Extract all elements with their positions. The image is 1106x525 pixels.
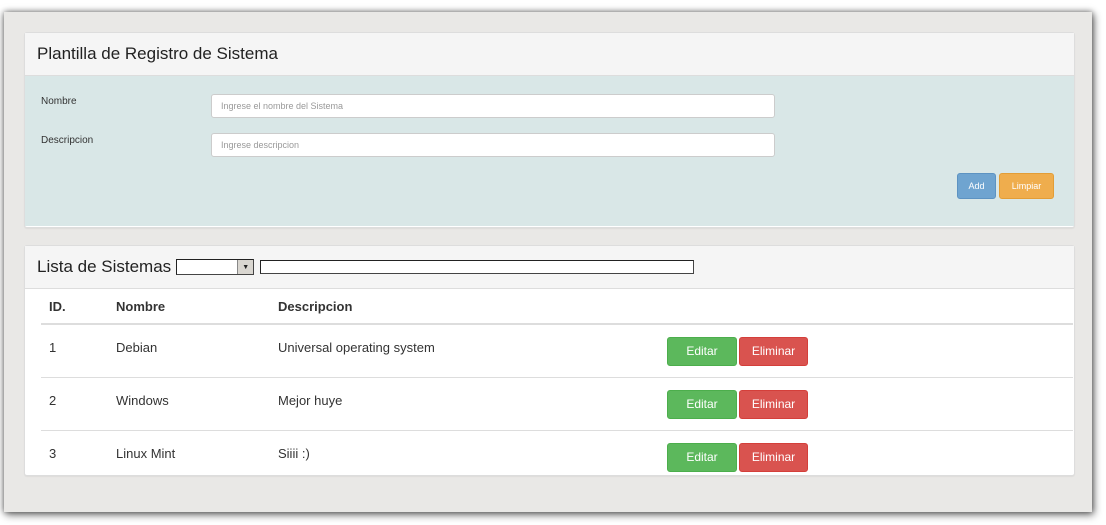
row-description: Mejor huye <box>270 377 659 431</box>
filter-search-input[interactable] <box>260 260 695 274</box>
table-row: 2 Windows Mejor huye Editar Eliminar <box>41 377 1073 431</box>
column-header-id: ID. <box>41 290 108 325</box>
registration-panel-title: Plantilla de Registro de Sistema <box>37 44 278 63</box>
app-frame: Plantilla de Registro de Sistema Nombre … <box>4 12 1092 512</box>
edit-button[interactable]: Editar <box>667 389 737 419</box>
row-description: Universal operating system <box>270 324 659 378</box>
edit-button[interactable]: Editar <box>667 442 737 472</box>
table-header-row: ID. Nombre Descripcion <box>41 290 1073 325</box>
systems-list-panel: Lista de Sistemas ▼ ID. Nombre Descripci… <box>24 245 1075 476</box>
row-actions: Editar Eliminar <box>659 431 1073 484</box>
row-actions: Editar Eliminar <box>659 324 1073 378</box>
row-actions: Editar Eliminar <box>659 377 1073 431</box>
systems-table: ID. Nombre Descripcion 1 Debian Universa… <box>41 290 1073 483</box>
row-id: 1 <box>41 324 108 378</box>
table-row: 3 Linux Mint Siiii :) Editar Eliminar <box>41 431 1073 484</box>
registration-panel-heading: Plantilla de Registro de Sistema <box>25 33 1074 76</box>
row-name: Linux Mint <box>116 445 176 461</box>
row-name: Windows <box>108 377 270 431</box>
registration-form: Nombre Descripcion Add Limpiar <box>25 76 1074 226</box>
nombre-input[interactable] <box>211 94 775 118</box>
delete-button[interactable]: Eliminar <box>739 336 808 366</box>
systems-list-heading: Lista de Sistemas ▼ <box>25 246 1074 289</box>
filter-select[interactable]: ▼ <box>176 259 255 275</box>
row-id: 3 <box>49 445 57 461</box>
clear-button[interactable]: Limpiar <box>999 173 1054 199</box>
edit-button[interactable]: Editar <box>667 336 737 366</box>
triangle-down-icon[interactable]: ▼ <box>237 260 254 274</box>
row-name: Debian <box>108 324 270 378</box>
row-id: 2 <box>41 377 108 431</box>
descripcion-label: Descripcion <box>41 135 94 146</box>
descripcion-input[interactable] <box>211 133 775 157</box>
column-header-name: Nombre <box>108 290 270 325</box>
registration-panel: Plantilla de Registro de Sistema Nombre … <box>24 32 1075 228</box>
systems-list-title: Lista de Sistemas <box>37 257 172 276</box>
add-button[interactable]: Add <box>957 173 996 199</box>
row-description: Siiii :) <box>278 445 310 461</box>
delete-button[interactable]: Eliminar <box>739 389 808 419</box>
column-header-description: Descripcion <box>270 290 659 325</box>
delete-button[interactable]: Eliminar <box>739 442 808 472</box>
column-header-actions <box>659 290 1073 325</box>
table-row: 1 Debian Universal operating system Edit… <box>41 324 1073 378</box>
nombre-label: Nombre <box>41 96 77 107</box>
